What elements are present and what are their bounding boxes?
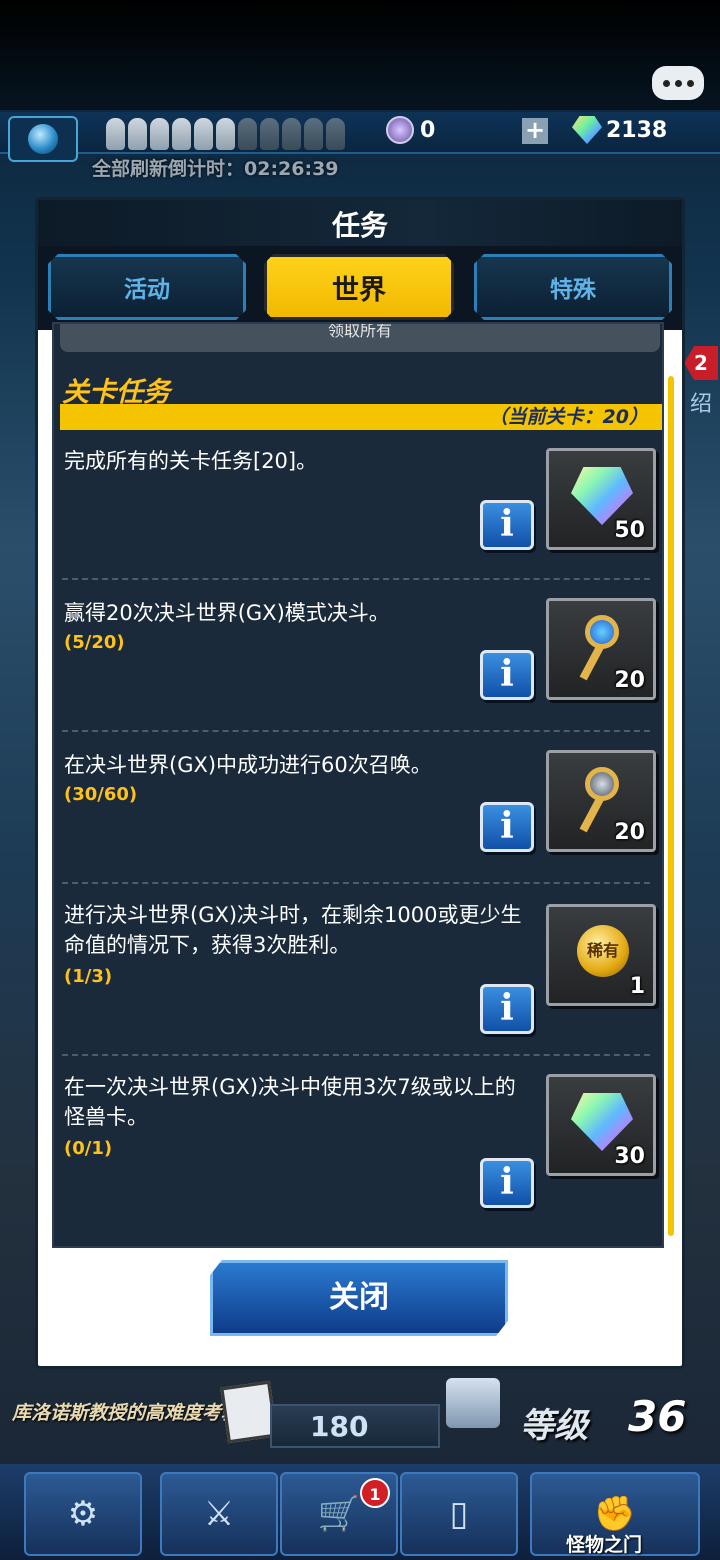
tab-special[interactable]: 特殊 (474, 254, 672, 320)
close-button[interactable]: 关闭 (210, 1260, 508, 1336)
reward-box[interactable]: 20 (546, 598, 656, 700)
monster-gate-label: 怪物之门 (566, 1534, 643, 1556)
reward-quantity: 50 (614, 518, 645, 543)
globe-icon (28, 124, 58, 154)
tab-activity[interactable]: 活动 (48, 254, 246, 320)
gem-icon (571, 1093, 633, 1151)
mission-desc: 赢得20次决斗世界(GX)模式决斗。 (64, 601, 390, 625)
world-globe-button[interactable] (8, 116, 78, 162)
mission-item: 完成所有的关卡任务[20]。 i 50 (62, 436, 656, 588)
chat-button[interactable] (652, 66, 704, 100)
mission-desc: 完成所有的关卡任务[20]。 (64, 449, 318, 473)
shop-badge: 1 (360, 1478, 390, 1508)
reward-quantity: 20 (614, 668, 645, 693)
mission-desc: 在决斗世界(GX)中成功进行60次召唤。 (64, 753, 432, 777)
game-screen: 0 + 2138 全部刷新倒计时：02:26:39 2 绍 任务 活动 世界 特… (0, 0, 720, 1560)
divider (62, 730, 650, 732)
event-banner[interactable]: 库洛诺斯教授的高难度考验 (12, 1398, 240, 1425)
cart-icon: 🛒 (317, 1494, 361, 1534)
top-bar (0, 0, 720, 110)
reward-quantity: 1 (629, 974, 645, 999)
reward-quantity: 20 (614, 820, 645, 845)
gear-person-icon: ⚙ (67, 1494, 99, 1534)
gem-count: 2138 (606, 118, 668, 143)
rare-medal-icon: 稀有 (577, 925, 629, 977)
info-button[interactable]: i (480, 500, 534, 550)
mission-progress: (0/1) (64, 1138, 113, 1159)
player-slots (106, 118, 345, 150)
tab-bar: 活动 世界 特殊 (38, 246, 682, 330)
mission-desc: 在一次决斗世界(GX)决斗中使用3次7级或以上的怪兽卡。 (64, 1075, 516, 1129)
mission-list[interactable]: 领取所有 关卡任务 （当前关卡：20） 完成所有的关卡任务[20]。 i 50 … (52, 322, 664, 1248)
cards-icon: ▯ (449, 1494, 469, 1534)
reward-quantity: 30 (614, 1144, 645, 1169)
info-button[interactable]: i (480, 1158, 534, 1208)
mission-progress: (1/3) (64, 966, 113, 987)
nav-duel[interactable]: ⚔ (160, 1472, 278, 1556)
reward-box[interactable]: 稀有 1 (546, 904, 656, 1006)
divider (62, 578, 650, 580)
divider (62, 1054, 650, 1056)
side-notification-badge[interactable]: 2 (684, 346, 718, 380)
reward-box[interactable]: 20 (546, 750, 656, 852)
dialog-header: 任务 (38, 200, 682, 246)
nav-profile[interactable]: ⚙ (24, 1472, 142, 1556)
info-button[interactable]: i (480, 984, 534, 1034)
mission-item: 在决斗世界(GX)中成功进行60次召唤。 (30/60) i 20 (62, 740, 656, 892)
refresh-countdown: 全部刷新倒计时：02:26:39 (92, 158, 339, 180)
level-value: 36 (628, 1392, 687, 1441)
mission-progress: (30/60) (64, 784, 138, 805)
mission-progress: (5/20) (64, 632, 125, 653)
crossed-swords-icon: ⚔ (203, 1494, 235, 1534)
orb-icon (386, 116, 414, 144)
scrollbar[interactable] (668, 376, 674, 1236)
counter-value: 180 (310, 1410, 369, 1443)
mission-desc: 进行决斗世界(GX)决斗时，在剩余1000或更少生命值的情况下，获得3次胜利。 (64, 903, 522, 957)
mission-item: 赢得20次决斗世界(GX)模式决斗。 (5/20) i 20 (62, 588, 656, 740)
tab-world[interactable]: 世界 (264, 254, 454, 320)
collect-all-button[interactable]: 领取所有 (60, 324, 660, 352)
gem-icon (571, 467, 633, 525)
reward-box[interactable]: 50 (546, 448, 656, 550)
side-label: 绍 (690, 392, 713, 417)
info-button[interactable]: i (480, 802, 534, 852)
info-button[interactable]: i (480, 650, 534, 700)
fist-icon: ✊ (593, 1494, 637, 1534)
add-gems-button[interactable]: + (522, 118, 548, 144)
deck-box-icon[interactable] (446, 1378, 500, 1428)
orb-count: 0 (420, 118, 436, 143)
reward-box[interactable]: 30 (546, 1074, 656, 1176)
mission-item: 进行决斗世界(GX)决斗时，在剩余1000或更少生命值的情况下，获得3次胜利。 … (62, 890, 656, 1042)
current-stage: （当前关卡：20） (60, 404, 662, 430)
missions-dialog: 任务 活动 世界 特殊 领取所有 关卡任务 （当前关卡：20） 完成所有的关卡任… (38, 200, 682, 1366)
mission-item: 在一次决斗世界(GX)决斗中使用3次7级或以上的怪兽卡。 (0/1) i 30 (62, 1062, 656, 1214)
dialog-title: 任务 (331, 209, 388, 242)
divider (62, 882, 650, 884)
level-label: 等级 (520, 1406, 588, 1446)
nav-deck[interactable]: ▯ (400, 1472, 518, 1556)
